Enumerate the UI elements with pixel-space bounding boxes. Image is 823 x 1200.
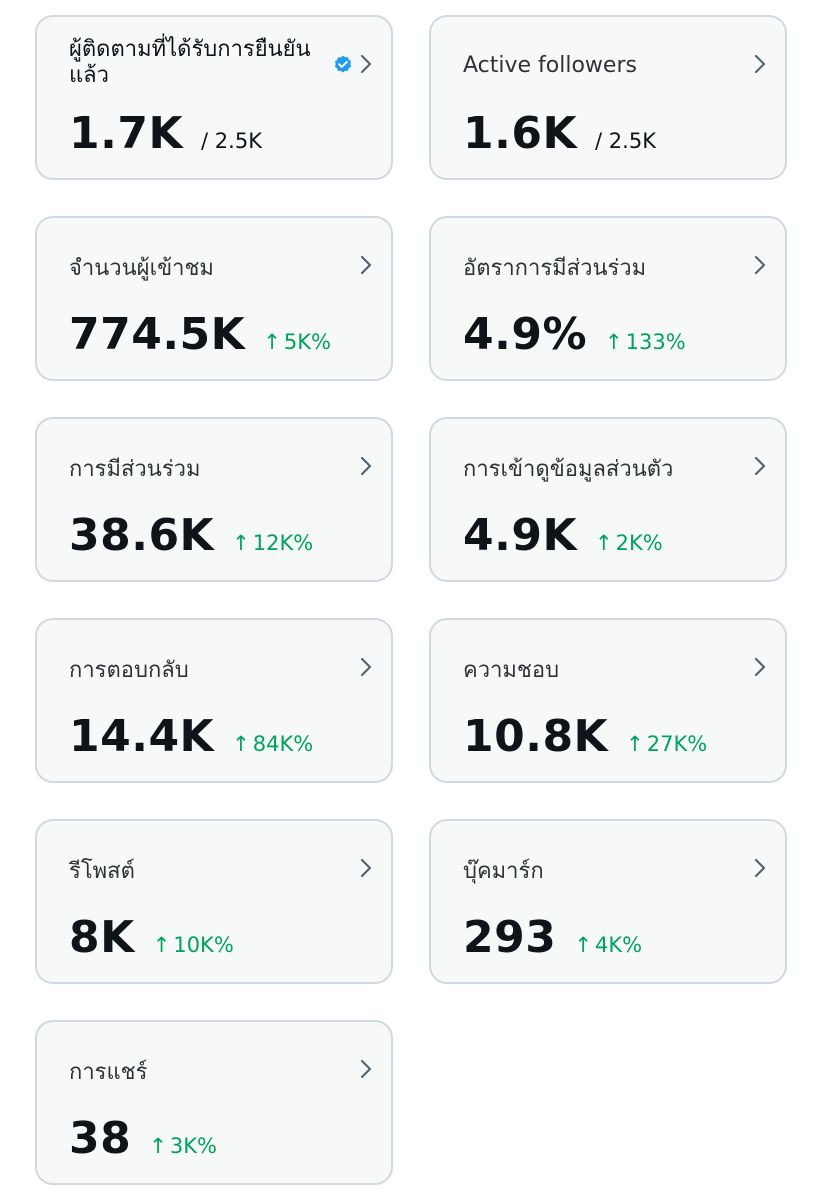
stat-value: 4.9K — [463, 510, 578, 561]
value-row: 14.4K ↑ 84K% — [69, 712, 313, 762]
value-row: 4.9% ↑ 133% — [463, 310, 686, 360]
stat-card-shares[interactable]: การแชร์ 38 ↑ 3K% — [35, 1020, 393, 1185]
stat-card-impressions[interactable]: จำนวนผู้เข้าชม 774.5K ↑ 5K% — [35, 216, 393, 381]
trend-value: 4K% — [594, 933, 643, 957]
trend-value: 5K% — [283, 330, 331, 354]
stat-value: 774.5K — [69, 309, 246, 360]
arrow-up-icon: ↑ — [232, 531, 250, 555]
trend-value: 27K% — [646, 732, 708, 756]
arrow-up-icon: ↑ — [574, 933, 592, 957]
chevron-right-icon[interactable] — [355, 252, 377, 278]
trend-change: ↑ 3K% — [149, 1134, 217, 1158]
arrow-up-icon: ↑ — [605, 330, 623, 354]
value-row: 10.8K ↑ 27K% — [463, 712, 707, 762]
card-title: การเข้าดูข้อมูลส่วนตัว — [463, 457, 674, 482]
verified-badge-icon — [334, 55, 352, 73]
trend-change: ↑ 133% — [605, 330, 686, 354]
card-title: อัตราการมีส่วนร่วม — [463, 256, 647, 281]
trend-change: ↑ 12K% — [232, 531, 313, 555]
arrow-up-icon: ↑ — [595, 531, 613, 555]
trend-value: 12K% — [252, 531, 314, 555]
stat-card-active-followers[interactable]: Active followers 1.6K / 2.5K — [429, 15, 787, 180]
arrow-up-icon: ↑ — [232, 732, 250, 756]
trend-change: ↑ 10K% — [153, 933, 234, 957]
trend-change: ↑ 27K% — [626, 732, 707, 756]
card-title: ความชอบ — [463, 658, 560, 683]
stat-card-profile-visits[interactable]: การเข้าดูข้อมูลส่วนตัว 4.9K ↑ 2K% — [429, 417, 787, 582]
stat-value: 10.8K — [463, 711, 609, 762]
chevron-right-icon[interactable] — [749, 51, 771, 77]
stat-total: / 2.5K — [201, 129, 262, 153]
arrow-up-icon: ↑ — [152, 933, 171, 957]
stat-value: 4.9% — [463, 309, 588, 360]
arrow-up-icon: ↑ — [626, 732, 644, 756]
chevron-right-icon[interactable] — [355, 51, 377, 77]
stat-card-engagements[interactable]: การมีส่วนร่วม 38.6K ↑ 12K% — [35, 417, 393, 582]
value-row: 4.9K ↑ 2K% — [463, 511, 663, 561]
stat-card-replies[interactable]: การตอบกลับ 14.4K ↑ 84K% — [35, 618, 393, 783]
stat-card-bookmarks[interactable]: บุ๊คมาร์ก 293 ↑ 4K% — [429, 819, 787, 984]
chevron-right-icon[interactable] — [355, 654, 377, 680]
card-title: ผู้ติดตามที่ได้รับการยืนยันแล้ว — [69, 37, 311, 88]
trend-change: ↑ 84K% — [232, 732, 313, 756]
stat-value: 38 — [69, 1113, 132, 1164]
value-row: 8K ↑ 10K% — [69, 913, 234, 963]
stat-value: 1.6K — [463, 108, 578, 159]
value-row: 293 ↑ 4K% — [463, 913, 642, 963]
trend-change: ↑ 4K% — [574, 933, 642, 957]
card-title: จำนวนผู้เข้าชม — [69, 256, 214, 281]
stat-card-reposts[interactable]: รีโพสต์ 8K ↑ 10K% — [35, 819, 393, 984]
stat-value: 293 — [463, 912, 557, 963]
card-title: Active followers — [463, 53, 637, 78]
value-row: 38 ↑ 3K% — [69, 1114, 217, 1164]
card-title: การแชร์ — [69, 1060, 148, 1085]
chevron-right-icon[interactable] — [749, 453, 771, 479]
card-title: การมีส่วนร่วม — [69, 457, 201, 482]
card-title: การตอบกลับ — [69, 658, 189, 683]
value-row: 1.7K / 2.5K — [69, 109, 262, 159]
trend-value: 2K% — [615, 531, 663, 555]
stat-value: 14.4K — [69, 711, 215, 762]
stat-card-engagement-rate[interactable]: อัตราการมีส่วนร่วม 4.9% ↑ 133% — [429, 216, 787, 381]
value-row: 1.6K / 2.5K — [463, 109, 656, 159]
chevron-right-icon[interactable] — [355, 1056, 377, 1082]
arrow-up-icon: ↑ — [149, 1134, 167, 1158]
card-title: บุ๊คมาร์ก — [463, 859, 544, 884]
stat-value: 8K — [69, 912, 135, 963]
chevron-right-icon[interactable] — [355, 453, 377, 479]
stat-card-likes[interactable]: ความชอบ 10.8K ↑ 27K% — [429, 618, 787, 783]
chevron-right-icon[interactable] — [749, 654, 771, 680]
stat-value: 1.7K — [69, 108, 184, 159]
value-row: 38.6K ↑ 12K% — [69, 511, 313, 561]
stat-value: 38.6K — [69, 510, 215, 561]
card-title: รีโพสต์ — [69, 859, 135, 884]
trend-change: ↑ 5K% — [263, 330, 331, 354]
trend-value: 133% — [625, 330, 686, 354]
chevron-right-icon[interactable] — [749, 252, 771, 278]
arrow-up-icon: ↑ — [263, 330, 281, 354]
chevron-right-icon[interactable] — [355, 855, 377, 881]
chevron-right-icon[interactable] — [749, 855, 771, 881]
value-row: 774.5K ↑ 5K% — [69, 310, 331, 360]
stat-card-verified-followers[interactable]: ผู้ติดตามที่ได้รับการยืนยันแล้ว 1.7K / 2… — [35, 15, 393, 180]
trend-value: 84K% — [252, 732, 314, 756]
trend-value: 3K% — [169, 1134, 217, 1158]
stat-total: / 2.5K — [595, 129, 656, 153]
trend-change: ↑ 2K% — [595, 531, 663, 555]
trend-value: 10K% — [173, 933, 234, 957]
